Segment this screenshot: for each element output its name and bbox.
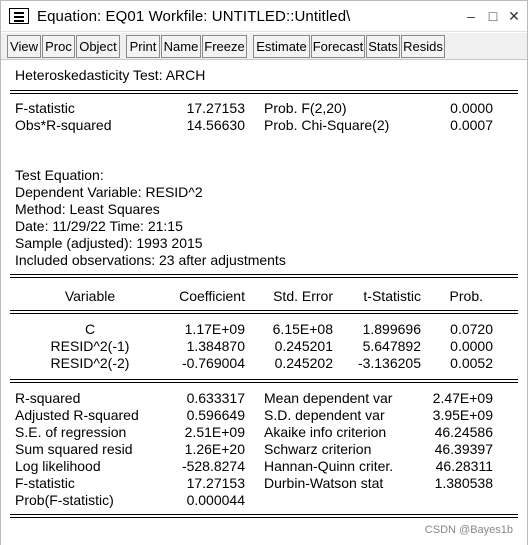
system-menu-icon[interactable] <box>9 8 29 24</box>
variable-name: RESID^2(-1) <box>50 338 130 354</box>
stat-label: Schwarz criterion <box>264 441 372 457</box>
std-error-value: 0.245202 <box>274 355 333 371</box>
toolbar: View Proc Object Print Name Freeze Estim… <box>1 33 527 60</box>
stat-label: Adjusted R-squared <box>15 407 139 423</box>
variable-name: C <box>84 321 96 337</box>
stat-value: 0.000044 <box>186 492 245 508</box>
resids-button[interactable]: Resids <box>401 35 445 58</box>
stat-value: 1.26E+20 <box>184 441 245 457</box>
output-pane[interactable]: Heteroskedasticity Test: ARCH F-statisti… <box>1 61 527 545</box>
stat-label: Mean dependent var <box>264 390 393 406</box>
summary-label: F-statistic <box>15 100 75 116</box>
stat-value: 46.24586 <box>434 424 493 440</box>
test-title: Heteroskedasticity Test: ARCH <box>15 67 206 83</box>
stat-value: 2.51E+09 <box>184 424 245 440</box>
std-error-value: 0.245201 <box>274 338 333 354</box>
summary-prob-value: 0.0000 <box>450 100 493 116</box>
info-line: Method: Least Squares <box>15 201 160 217</box>
divider <box>10 90 518 91</box>
watermark: CSDN @Bayes1b <box>424 524 513 536</box>
object-button[interactable]: Object <box>76 35 120 58</box>
std-error-value: 6.15E+08 <box>272 321 333 337</box>
stat-value: 0.633317 <box>186 390 245 406</box>
info-line: Date: 11/29/22 Time: 21:15 <box>15 218 183 234</box>
proc-button[interactable]: Proc <box>42 35 75 58</box>
info-line: Sample (adjusted): 1993 2015 <box>15 235 203 251</box>
stat-value: -528.8274 <box>181 458 245 474</box>
stat-label: R-squared <box>15 390 81 406</box>
forecast-button[interactable]: Forecast <box>311 35 365 58</box>
variable-name: RESID^2(-2) <box>50 355 130 371</box>
equation-window: Equation: EQ01 Workfile: UNTITLED::Untit… <box>0 0 528 545</box>
minimize-icon[interactable]: – <box>463 7 479 25</box>
stat-value: 1.380538 <box>434 475 493 491</box>
summary-prob-label: Prob. Chi-Square(2) <box>264 117 390 133</box>
stat-value: 17.27153 <box>186 475 245 491</box>
window-title: Equation: EQ01 Workfile: UNTITLED::Untit… <box>37 8 351 25</box>
summary-value: 17.27153 <box>186 100 245 116</box>
summary-label: Obs*R-squared <box>15 117 112 133</box>
stat-label: Log likelihood <box>15 458 101 474</box>
divider <box>10 277 518 278</box>
view-button[interactable]: View <box>7 35 41 58</box>
stat-value: 46.28311 <box>435 458 493 474</box>
prob-value: 0.0720 <box>450 321 493 337</box>
coefficient-value: 1.17E+09 <box>184 321 245 337</box>
stat-value: 0.596649 <box>186 407 245 423</box>
stat-value: 2.47E+09 <box>432 390 493 406</box>
summary-prob-value: 0.0007 <box>450 117 493 133</box>
name-button[interactable]: Name <box>161 35 201 58</box>
prob-value: 0.0052 <box>450 355 493 371</box>
maximize-icon[interactable]: □ <box>485 7 501 25</box>
divider <box>10 517 518 518</box>
stats-button[interactable]: Stats <box>366 35 400 58</box>
info-line: Test Equation: <box>15 167 104 183</box>
stat-value: 3.95E+09 <box>432 407 493 423</box>
column-header: Coefficient <box>179 288 245 304</box>
stat-label: Akaike info criterion <box>264 424 387 440</box>
estimate-button[interactable]: Estimate <box>253 35 310 58</box>
freeze-button[interactable]: Freeze <box>202 35 247 58</box>
title-bar[interactable]: Equation: EQ01 Workfile: UNTITLED::Untit… <box>1 1 527 32</box>
info-line: Included observations: 23 after adjustme… <box>15 252 286 268</box>
summary-prob-label: Prob. F(2,20) <box>264 100 347 116</box>
summary-value: 14.56630 <box>186 117 245 133</box>
stat-label: Durbin-Watson stat <box>264 475 384 491</box>
divider <box>10 379 518 380</box>
column-header: Prob. <box>449 288 483 304</box>
close-icon[interactable]: ✕ <box>506 7 522 25</box>
stat-label: Sum squared resid <box>15 441 133 457</box>
stat-label: S.D. dependent var <box>264 407 385 423</box>
divider <box>10 382 518 383</box>
divider <box>10 313 518 314</box>
column-header: Std. Error <box>273 288 333 304</box>
print-button[interactable]: Print <box>126 35 160 58</box>
divider <box>10 310 518 311</box>
prob-value: 0.0000 <box>450 338 493 354</box>
stat-label: F-statistic <box>15 475 75 491</box>
coefficient-value: 1.384870 <box>186 338 245 354</box>
divider <box>10 274 518 275</box>
stat-value: 46.39397 <box>434 441 493 457</box>
stat-label: Hannan-Quinn criter. <box>264 458 394 474</box>
divider <box>10 514 518 515</box>
divider <box>10 93 518 94</box>
stat-label: S.E. of regression <box>15 424 127 440</box>
info-line: Dependent Variable: RESID^2 <box>15 184 203 200</box>
stat-label: Prob(F-statistic) <box>15 492 114 508</box>
column-header: Variable <box>64 288 116 304</box>
coefficient-value: -0.769004 <box>181 355 245 371</box>
